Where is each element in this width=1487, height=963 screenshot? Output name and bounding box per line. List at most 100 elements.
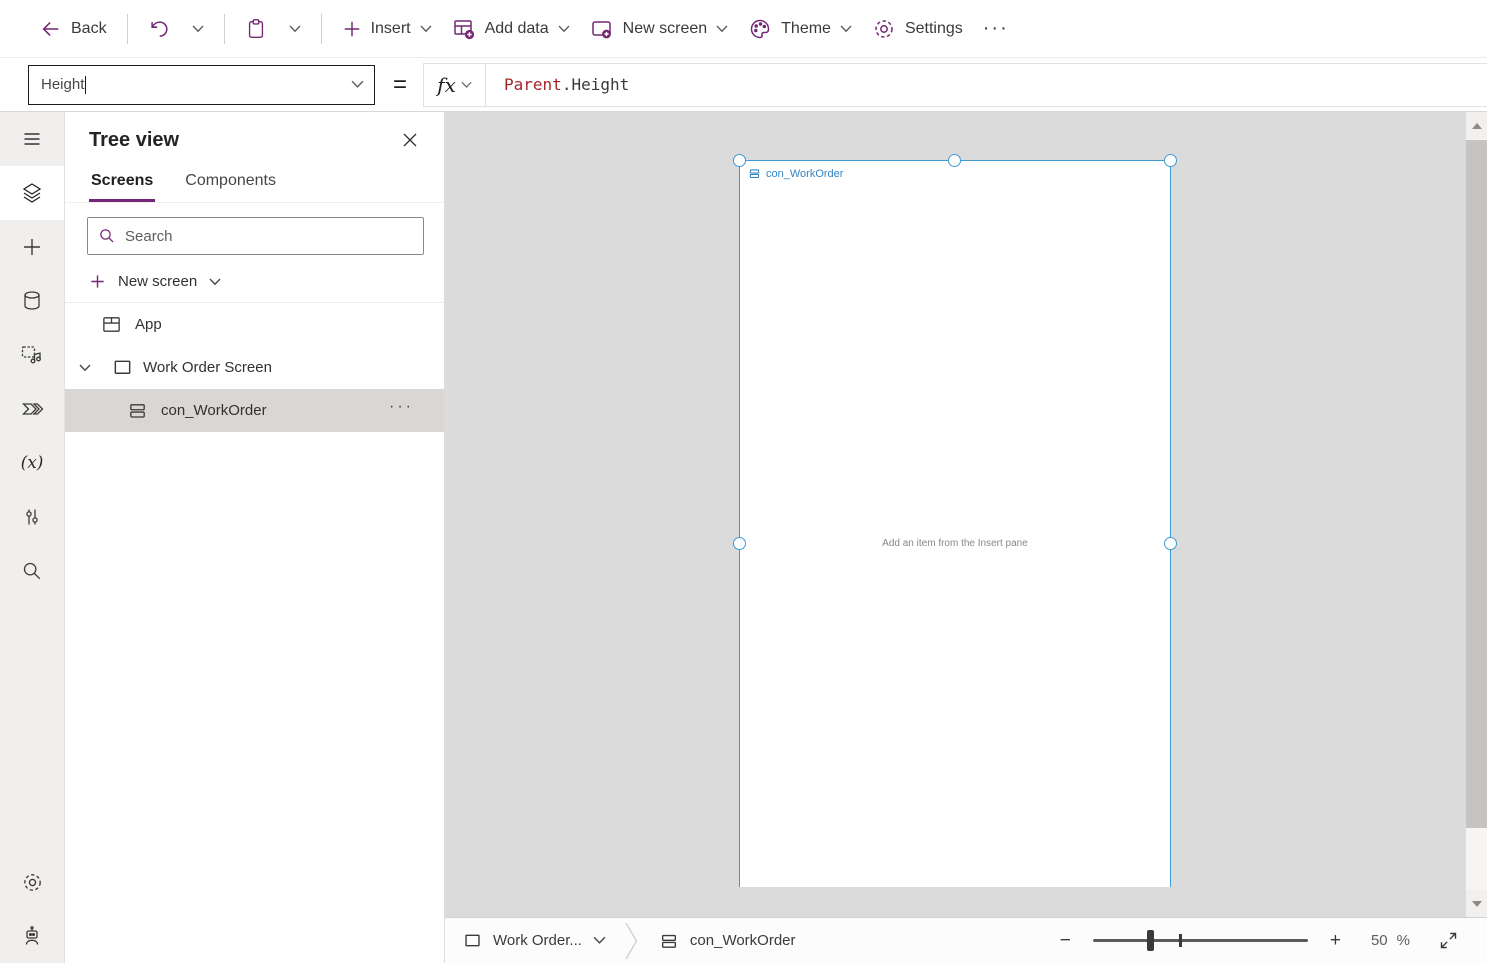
more-actions-button[interactable]: ···	[389, 398, 414, 416]
rail-menu-button[interactable]	[0, 112, 64, 166]
rail-search-button[interactable]	[0, 544, 64, 598]
new-screen-menu-button[interactable]: New screen	[580, 11, 738, 47]
plus-icon	[342, 19, 362, 39]
scrollbar-thumb[interactable]	[1466, 140, 1487, 828]
variables-icon: (x)	[21, 453, 44, 473]
plus-icon	[89, 273, 106, 290]
resize-handle-top-left[interactable]	[733, 154, 746, 167]
rail-settings-button[interactable]	[0, 855, 64, 909]
back-button[interactable]: Back	[30, 12, 117, 46]
formula-input[interactable]: Parent.Height	[486, 64, 629, 106]
paste-dropdown-button[interactable]	[279, 19, 311, 39]
insert-menu-button[interactable]: Insert	[332, 13, 442, 45]
media-icon	[20, 343, 44, 367]
tree-item-con-workorder[interactable]: con_WorkOrder ···	[65, 389, 444, 432]
undo-dropdown-button[interactable]	[182, 19, 214, 39]
tree-view-header: Tree view	[65, 112, 444, 160]
zoom-out-button[interactable]: −	[1052, 929, 1079, 952]
scroll-down-button[interactable]	[1466, 890, 1487, 917]
chevron-down-icon	[79, 364, 93, 372]
insert-label: Insert	[371, 20, 411, 38]
rail-media-button[interactable]	[0, 328, 64, 382]
chevron-down-icon	[716, 25, 728, 33]
resize-handle-top-center[interactable]	[948, 154, 961, 167]
container-icon	[748, 167, 761, 180]
resize-handle-middle-left[interactable]	[733, 537, 746, 550]
screen-selector-dropdown[interactable]: Work Order...	[445, 918, 622, 963]
search-icon	[98, 227, 116, 245]
fx-icon: fx	[437, 73, 456, 97]
power-apps-studio: Back Insert	[0, 0, 1487, 963]
top-toolbar: Back Insert	[0, 0, 1487, 58]
triangle-down-icon	[1472, 901, 1482, 907]
back-arrow-icon	[40, 18, 62, 40]
tree-item-app[interactable]: App	[65, 303, 444, 346]
chevron-down-icon	[593, 936, 606, 945]
breadcrumb-con-workorder[interactable]: con_WorkOrder	[645, 931, 810, 951]
add-data-icon	[452, 17, 476, 41]
bottom-status-bar: Work Order... con_WorkOrder −	[445, 917, 1487, 963]
chevron-down-icon	[558, 25, 570, 33]
chevron-down-icon	[420, 25, 432, 33]
container-name: con_WorkOrder	[766, 168, 843, 180]
chevron-down-icon	[192, 25, 204, 33]
tab-screens[interactable]: Screens	[89, 166, 155, 202]
new-screen-icon	[590, 17, 614, 41]
fit-to-window-button[interactable]	[1436, 928, 1461, 953]
resize-handle-middle-right[interactable]	[1164, 537, 1177, 550]
formula-member-token: .Height	[562, 75, 629, 94]
left-rail: (x)	[0, 112, 65, 963]
rail-power-automate-button[interactable]	[0, 382, 64, 436]
undo-button[interactable]	[138, 12, 180, 46]
zoom-percentage: 50 %	[1371, 932, 1410, 949]
paste-button[interactable]	[235, 12, 277, 46]
zoom-unit: %	[1397, 932, 1410, 949]
chevron-down-icon	[209, 278, 221, 286]
rail-virtual-agent-button[interactable]	[0, 909, 64, 963]
theme-menu-button[interactable]: Theme	[738, 11, 862, 47]
formula-object-token: Parent	[504, 75, 562, 94]
rail-tree-view-button[interactable]	[0, 166, 64, 220]
rail-advanced-tools-button[interactable]	[0, 490, 64, 544]
toolbar-separator	[321, 14, 322, 44]
zoom-slider[interactable]	[1093, 939, 1308, 942]
canvas-vertical-scrollbar[interactable]	[1466, 112, 1487, 917]
search-input[interactable]	[125, 228, 413, 245]
rail-data-button[interactable]	[0, 274, 64, 328]
tree-item-label: App	[135, 316, 162, 333]
tree-view-panel: Tree view Screens Components New scree	[65, 112, 445, 963]
zoom-slider-thumb[interactable]	[1147, 930, 1154, 951]
settings-button[interactable]: Settings	[862, 11, 973, 47]
panel-title: Tree view	[89, 129, 179, 152]
tab-components[interactable]: Components	[183, 166, 278, 202]
tree-item-label: con_WorkOrder	[161, 402, 267, 419]
tree-item-work-order-screen[interactable]: Work Order Screen	[65, 346, 444, 389]
more-commands-button[interactable]: ···	[973, 17, 1019, 40]
con-workorder-container[interactable]: con_WorkOrder Add an item from the Inser…	[739, 160, 1171, 887]
gear-icon	[872, 17, 896, 41]
empty-container-hint: Add an item from the Insert pane	[740, 538, 1170, 549]
rail-variables-button[interactable]: (x)	[0, 436, 64, 490]
property-selector[interactable]: Height	[28, 65, 375, 105]
formula-box: fx Parent.Height	[423, 63, 1487, 107]
zoom-slider-tick	[1179, 934, 1182, 947]
search-icon	[21, 560, 43, 582]
rail-insert-button[interactable]	[0, 220, 64, 274]
fx-dropdown-button[interactable]: fx	[424, 64, 486, 106]
breadcrumb-control-label: con_WorkOrder	[690, 932, 796, 949]
close-icon[interactable]	[398, 128, 422, 152]
chevron-down-icon	[289, 25, 301, 33]
design-canvas[interactable]: con_WorkOrder Add an item from the Inser…	[445, 112, 1487, 917]
scroll-up-button[interactable]	[1466, 112, 1487, 139]
resize-handle-top-right[interactable]	[1164, 154, 1177, 167]
add-data-menu-button[interactable]: Add data	[442, 11, 580, 47]
sliders-icon	[21, 506, 43, 528]
undo-icon	[148, 18, 170, 40]
power-automate-icon	[20, 397, 44, 421]
app-icon	[101, 314, 122, 335]
add-data-label: Add data	[485, 20, 549, 38]
property-value: Height	[41, 76, 84, 93]
zoom-in-button[interactable]: +	[1322, 929, 1349, 952]
canvas-column: con_WorkOrder Add an item from the Inser…	[445, 112, 1487, 963]
new-screen-button[interactable]: New screen	[65, 265, 444, 303]
